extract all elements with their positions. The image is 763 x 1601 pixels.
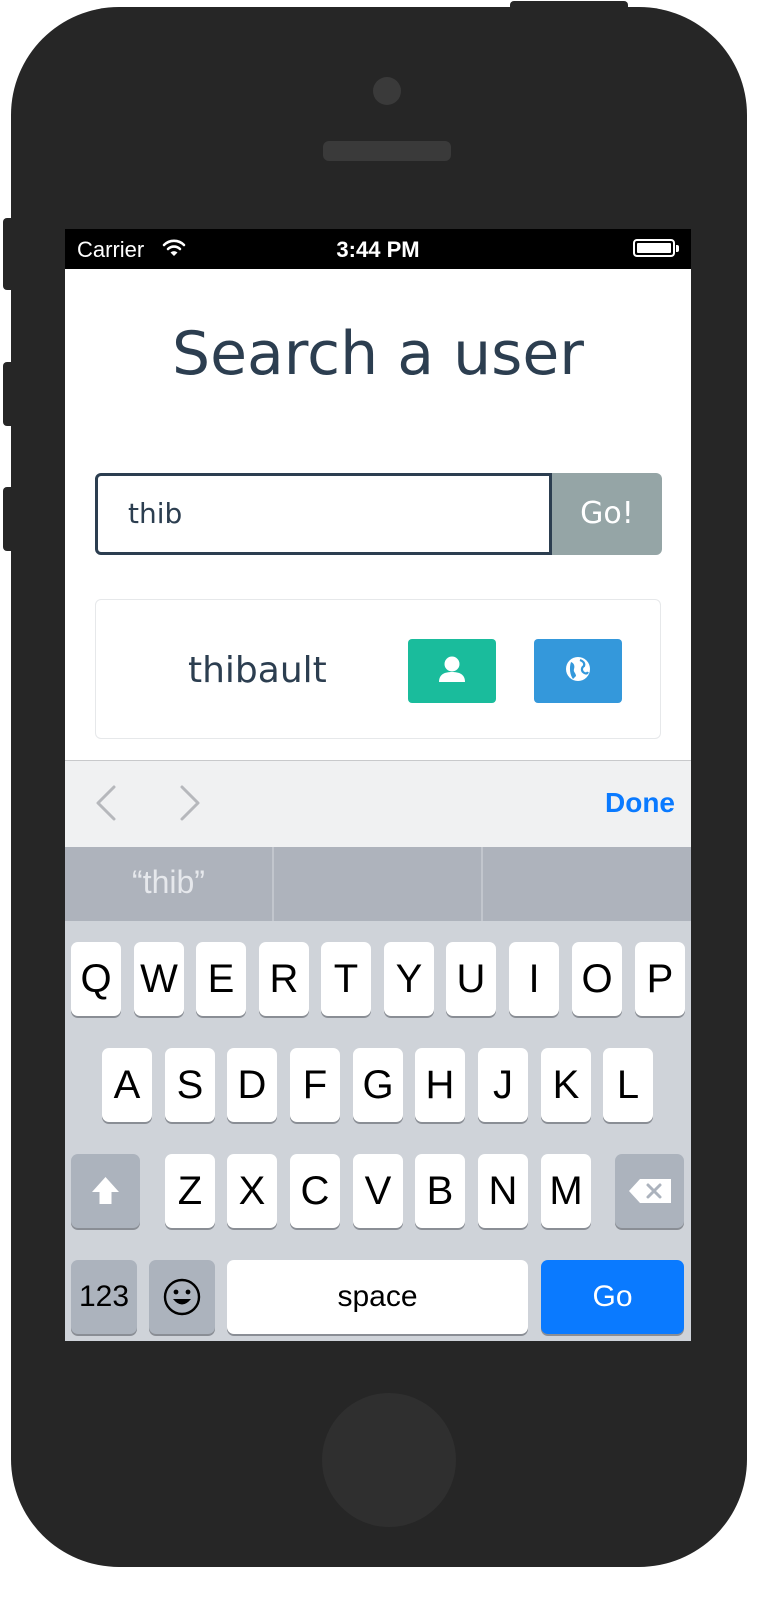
- result-card: thibault: [95, 599, 661, 739]
- globe-icon: [566, 657, 590, 681]
- shift-key[interactable]: [71, 1154, 140, 1228]
- emoji-key[interactable]: [149, 1260, 215, 1334]
- volume-down-button: [3, 487, 11, 551]
- key-n[interactable]: N: [478, 1154, 528, 1228]
- mute-switch: [3, 218, 11, 290]
- key-b[interactable]: B: [415, 1154, 465, 1228]
- search-go-button[interactable]: Go!: [552, 473, 662, 555]
- delete-key[interactable]: [615, 1154, 684, 1228]
- key-f[interactable]: F: [290, 1048, 340, 1122]
- previous-field-chevron-icon[interactable]: [87, 783, 127, 823]
- search-input[interactable]: thib: [95, 473, 552, 555]
- on-screen-keyboard: Q W E R T Y U I O P A S D F G H J K L Z …: [65, 921, 691, 1341]
- key-y[interactable]: Y: [384, 942, 434, 1016]
- power-button: [510, 1, 628, 9]
- suggestion-item[interactable]: “thib”: [65, 847, 272, 921]
- earpiece-speaker: [323, 141, 451, 161]
- suggestion-item[interactable]: [274, 847, 481, 921]
- key-g[interactable]: G: [353, 1048, 403, 1122]
- key-v[interactable]: V: [353, 1154, 403, 1228]
- volume-up-button: [3, 362, 11, 426]
- backspace-icon: [629, 1179, 671, 1203]
- shift-arrow-icon: [92, 1177, 119, 1204]
- key-k[interactable]: K: [541, 1048, 591, 1122]
- predictive-suggestions-bar: “thib”: [65, 847, 691, 921]
- battery-icon: [633, 239, 675, 257]
- key-s[interactable]: S: [165, 1048, 215, 1122]
- numbers-key[interactable]: 123: [71, 1260, 137, 1334]
- key-o[interactable]: O: [572, 942, 622, 1016]
- key-a[interactable]: A: [102, 1048, 152, 1122]
- key-w[interactable]: W: [134, 942, 184, 1016]
- result-username: thibault: [188, 650, 327, 691]
- user-icon: [439, 656, 465, 682]
- key-h[interactable]: H: [415, 1048, 465, 1122]
- home-button[interactable]: [322, 1393, 456, 1527]
- key-i[interactable]: I: [509, 942, 559, 1016]
- battery-tip: [676, 245, 679, 252]
- key-r[interactable]: R: [259, 942, 309, 1016]
- app-screen: Carrier 3:44 PM Search a user thib Go! t…: [65, 229, 691, 1341]
- key-q[interactable]: Q: [71, 942, 121, 1016]
- key-c[interactable]: C: [290, 1154, 340, 1228]
- key-m[interactable]: M: [541, 1154, 591, 1228]
- next-field-chevron-icon[interactable]: [169, 783, 209, 823]
- emoji-icon: [163, 1278, 201, 1316]
- key-z[interactable]: Z: [165, 1154, 215, 1228]
- suggestion-item[interactable]: [483, 847, 691, 921]
- key-d[interactable]: D: [227, 1048, 277, 1122]
- front-camera: [373, 77, 401, 105]
- status-bar: Carrier 3:44 PM: [65, 229, 691, 269]
- status-time: 3:44 PM: [336, 237, 420, 262]
- go-return-key[interactable]: Go: [541, 1260, 684, 1334]
- key-j[interactable]: J: [478, 1048, 528, 1122]
- keyboard-accessory-bar: Done: [65, 760, 691, 847]
- key-t[interactable]: T: [321, 942, 371, 1016]
- key-u[interactable]: U: [446, 942, 496, 1016]
- page-title: Search a user: [172, 319, 584, 389]
- key-l[interactable]: L: [603, 1048, 653, 1122]
- key-x[interactable]: X: [227, 1154, 277, 1228]
- space-key[interactable]: space: [227, 1260, 528, 1334]
- key-p[interactable]: P: [635, 942, 685, 1016]
- view-profile-button[interactable]: [408, 639, 496, 703]
- key-e[interactable]: E: [196, 942, 246, 1016]
- done-button[interactable]: Done: [605, 787, 675, 819]
- view-website-button[interactable]: [534, 639, 622, 703]
